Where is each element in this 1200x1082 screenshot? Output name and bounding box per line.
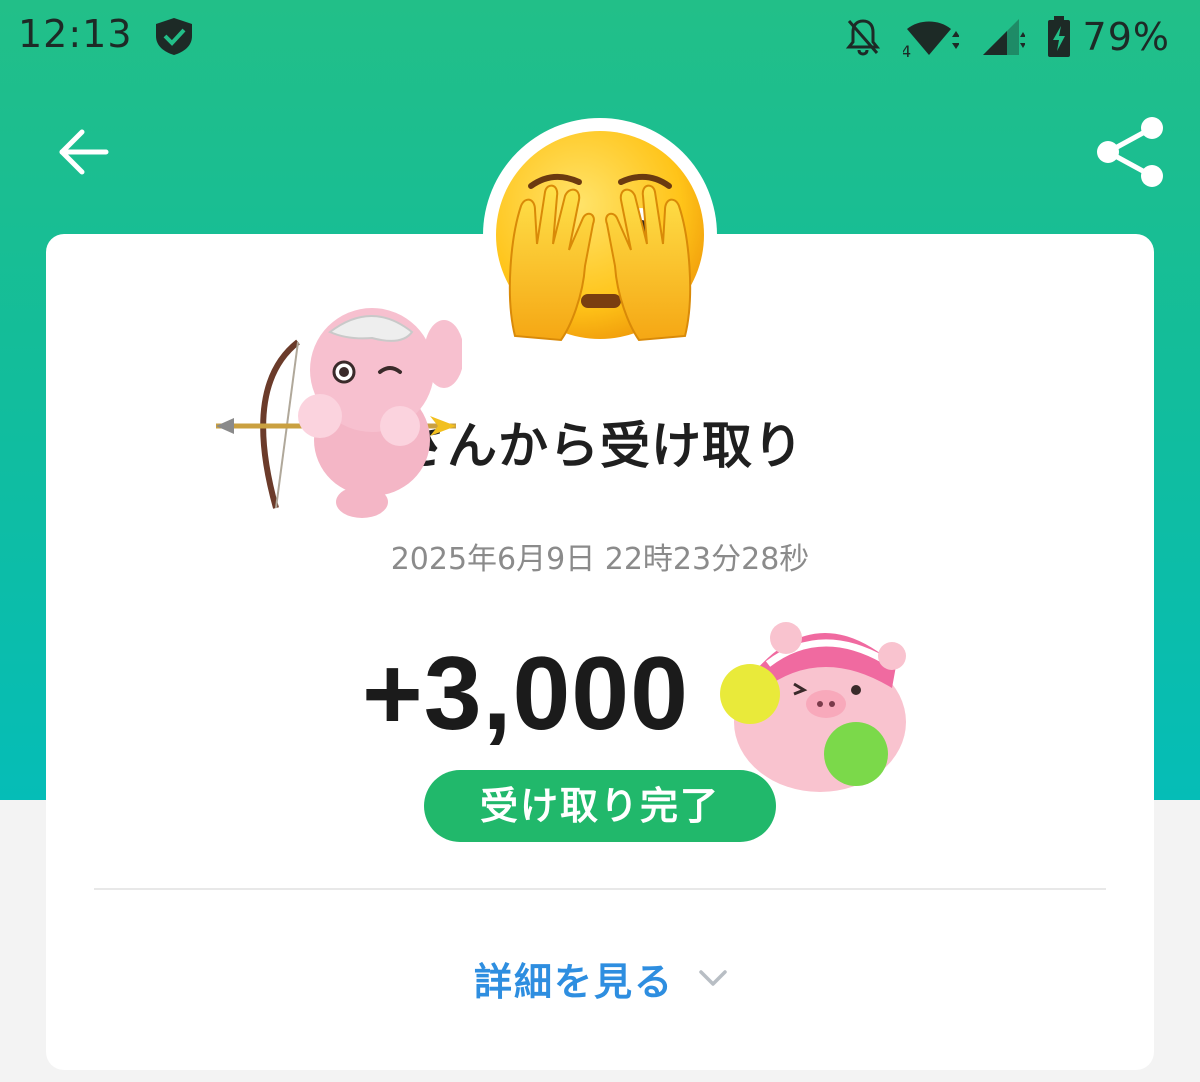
bell-off-icon	[845, 19, 880, 56]
shield-check-icon	[156, 18, 192, 55]
face-with-hands-over-eyes-emoji	[496, 131, 704, 342]
chevron-down-icon	[699, 970, 727, 986]
divider	[94, 888, 1106, 890]
view-details-button[interactable]: 詳細を見る	[474, 948, 728, 1008]
signal-icon	[982, 19, 1025, 55]
status-bar: 12:13 4 79%	[0, 0, 1200, 76]
network-badge: 4	[903, 42, 911, 57]
battery-charging-icon	[1047, 16, 1070, 57]
transaction-title: さんから受け取り	[396, 417, 804, 475]
arrow-left-icon[interactable]	[52, 120, 116, 184]
battery-percent: 79%	[1082, 15, 1170, 59]
transaction-datetime: 2025年6月9日 22時23分28秒	[390, 542, 810, 577]
pink-bunny-archer-sticker	[216, 308, 462, 518]
view-details-label: 詳細を見る	[474, 959, 675, 1004]
status-time: 12:13	[18, 12, 133, 56]
share-icon[interactable]	[1092, 114, 1168, 190]
status-icons: 4 79%	[845, 12, 1170, 62]
sender-avatar	[483, 118, 717, 352]
wifi-icon: 4	[903, 21, 959, 57]
pink-pig-cheerleader-sticker	[720, 622, 906, 792]
